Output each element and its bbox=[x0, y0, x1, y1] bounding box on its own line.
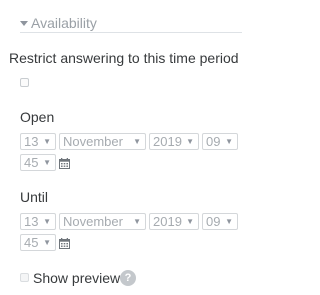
show-preview-label: Show preview bbox=[33, 270, 121, 286]
until-year-select[interactable]: 2019 ▼ bbox=[149, 213, 199, 230]
question-circle-icon[interactable]: ? bbox=[120, 270, 136, 286]
until-hour-value: 09 bbox=[206, 214, 221, 229]
open-day-select[interactable]: 13 ▼ bbox=[20, 133, 56, 150]
chevron-down-icon: ▼ bbox=[225, 137, 233, 146]
chevron-down-icon: ▼ bbox=[43, 137, 51, 146]
until-month-select[interactable]: November ▼ bbox=[59, 213, 146, 230]
open-minute-select[interactable]: 45 ▼ bbox=[20, 154, 56, 171]
chevron-down-icon: ▼ bbox=[43, 238, 51, 247]
chevron-down-icon: ▼ bbox=[186, 137, 194, 146]
until-minute-select[interactable]: 45 ▼ bbox=[20, 234, 56, 251]
chevron-down-icon: ▼ bbox=[43, 158, 51, 167]
restrict-label: Restrict answering to this time period bbox=[9, 50, 239, 66]
open-minute-value: 45 bbox=[24, 155, 39, 170]
open-hour-value: 09 bbox=[206, 134, 221, 149]
calendar-icon[interactable] bbox=[59, 238, 70, 249]
chevron-down-icon: ▼ bbox=[225, 217, 233, 226]
until-day-value: 13 bbox=[24, 214, 39, 229]
chevron-down-icon: ▼ bbox=[186, 217, 194, 226]
open-year-select[interactable]: 2019 ▼ bbox=[149, 133, 199, 150]
until-label: Until bbox=[20, 189, 49, 205]
chevron-down-icon: ▼ bbox=[133, 217, 141, 226]
availability-section-toggle[interactable]: Availability bbox=[20, 14, 242, 33]
restrict-checkbox[interactable] bbox=[20, 78, 29, 87]
open-day-value: 13 bbox=[24, 134, 39, 149]
show-preview-checkbox[interactable] bbox=[20, 273, 29, 282]
chevron-down-icon: ▼ bbox=[133, 137, 141, 146]
open-month-value: November bbox=[63, 134, 123, 149]
until-year-value: 2019 bbox=[153, 214, 182, 229]
open-month-select[interactable]: November ▼ bbox=[59, 133, 146, 150]
until-hour-select[interactable]: 09 ▼ bbox=[202, 213, 238, 230]
open-year-value: 2019 bbox=[153, 134, 182, 149]
open-hour-select[interactable]: 09 ▼ bbox=[202, 133, 238, 150]
until-day-select[interactable]: 13 ▼ bbox=[20, 213, 56, 230]
chevron-down-icon: ▼ bbox=[43, 217, 51, 226]
caret-down-icon bbox=[20, 21, 28, 26]
calendar-icon[interactable] bbox=[59, 158, 70, 169]
until-minute-value: 45 bbox=[24, 235, 39, 250]
section-legend: Availability bbox=[31, 15, 97, 31]
open-label: Open bbox=[20, 109, 55, 125]
until-month-value: November bbox=[63, 214, 123, 229]
